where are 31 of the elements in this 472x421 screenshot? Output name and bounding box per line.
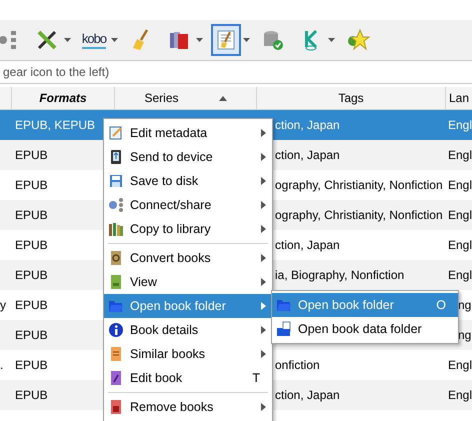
table-cell: EPUB [15, 268, 48, 282]
table-cell: Engl [448, 388, 472, 402]
table-cell: EPUB [15, 148, 48, 162]
table-cell: Engl [448, 208, 472, 222]
search-placeholder: gear icon to the left) [2, 65, 110, 79]
table-cell: ction, Japan [275, 118, 340, 132]
table-cell: Engl [448, 358, 472, 372]
table-cell: Engl [448, 148, 472, 162]
table-cell: ction, Japan [275, 238, 340, 252]
table-cell: EPUB [15, 388, 48, 402]
table-cell: ngl [458, 328, 472, 342]
table-cell: EPUB [15, 298, 48, 312]
table-cell: EPUB [15, 358, 48, 372]
table-cell: ction, Japan [275, 148, 340, 162]
table-cell: ography, Christianity, Nonfiction [275, 208, 443, 222]
table-cell: Engl [448, 238, 472, 252]
table-cell: Engl [448, 268, 472, 282]
table-cell: EPUB [15, 238, 48, 252]
table-cell: ography, Christianity, Nonfiction [275, 178, 443, 192]
table-cell: y [0, 298, 6, 312]
table-cell: Engl [448, 118, 472, 132]
table-cell: onfiction [275, 358, 320, 372]
table-cell: ia, Biography, Nonfiction [275, 268, 404, 282]
table-cell: . [0, 358, 4, 372]
table-cell: EPUB [15, 208, 48, 222]
table-cell: ngl [458, 298, 472, 312]
table-cell: EPUB [15, 328, 48, 342]
table-cell: EPUB, KEPUB [15, 118, 96, 132]
table-cell: Engl [448, 178, 472, 192]
table-cell: EPUB [15, 178, 48, 192]
table-cell: ction, Japan [275, 388, 340, 402]
